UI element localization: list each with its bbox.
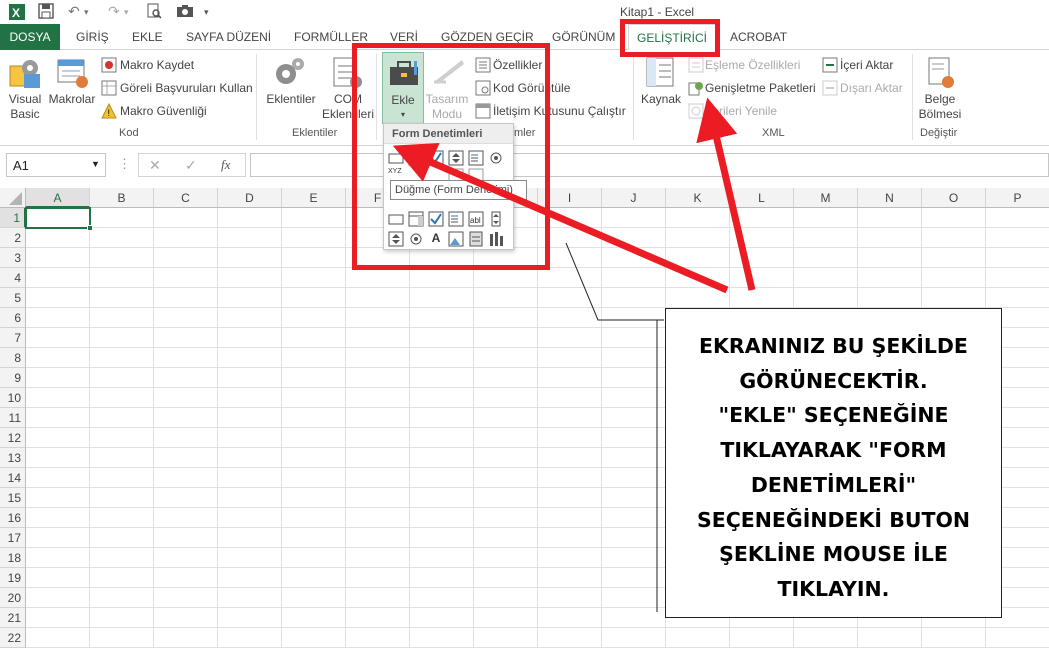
annotation-callout: EKRANINIZ BU ŞEKİLDE GÖRÜNECEKTİR. "EKLE" … — [665, 308, 1002, 618]
annotation-line: EKRANINIZ BU ŞEKİLDE — [699, 334, 968, 358]
annotation-line: DENETİMLERİ" — [750, 472, 917, 497]
annotation-line: GÖRÜNECEKTİR. — [739, 368, 928, 393]
annotation-line: TIKLAYIN. — [777, 576, 890, 601]
annotation-line: ŞEKLİNE MOUSE İLE — [719, 542, 948, 567]
annotation-line: TIKLAYARAK "FORM — [720, 438, 947, 463]
annotation-line: SEÇENEĞİNDEKİ BUTON — [696, 507, 971, 532]
annotation-text: EKRANINIZ BU ŞEKİLDE GÖRÜNECEKTİR. "EKLE" … — [666, 329, 1001, 607]
annotation-line: "EKLE" SEÇENEĞİNE — [718, 403, 949, 428]
